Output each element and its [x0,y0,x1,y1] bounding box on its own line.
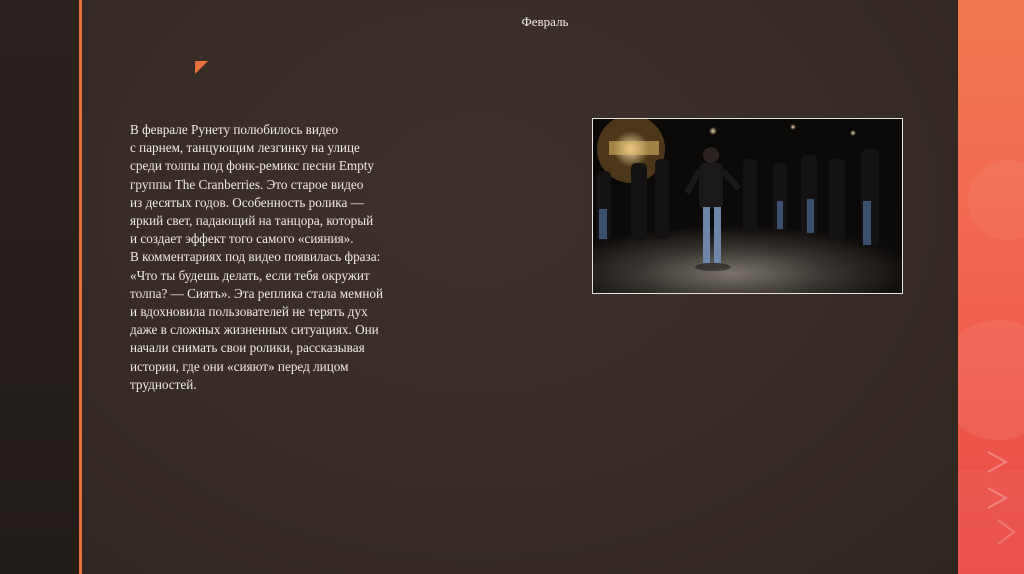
body-line: «Что ты будешь делать, если тебя окружит [130,267,370,283]
slide-title: Февраль [521,14,569,29]
body-line: В комментариях под видео появилась фраза… [130,249,381,265]
body-line: истории, где они «сияют» перед лицом [130,358,349,374]
night-street-dance-image [593,119,902,293]
body-line: толпа? — Сиять». Эта реплика стала мемно… [130,285,384,301]
body-line: с парнем, танцующим лезгинку на улице [130,140,360,156]
body-line: и создает эффект того самого «сияния». [130,231,354,247]
chevron-decoration-icon [958,160,1024,574]
body-line: трудностей. [130,376,197,392]
body-text: В феврале Рунету полюбилось видео с парн… [130,121,430,394]
body-line: В феврале Рунету полюбилось видео [130,122,339,137]
body-line: яркий свет, падающий на танцора, который [130,213,374,229]
body-line: даже в сложных жизненных ситуациях. Они [130,322,379,338]
corner-triangle-icon [195,61,208,74]
left-dark-strip [0,0,79,574]
body-line: из десятых годов. Особенность ролика — [130,194,364,210]
body-line: начали снимать свои ролики, рассказывая [130,340,365,356]
body-line: среди толпы под фонк-ремикс песни Empty [130,158,375,174]
body-line: и вдохновила пользователей не терять дух [130,304,368,320]
dance-video-still [592,118,903,294]
right-accent-strip [958,0,1024,574]
body-line: группы The Cranberries. Это старое видео [130,176,364,192]
